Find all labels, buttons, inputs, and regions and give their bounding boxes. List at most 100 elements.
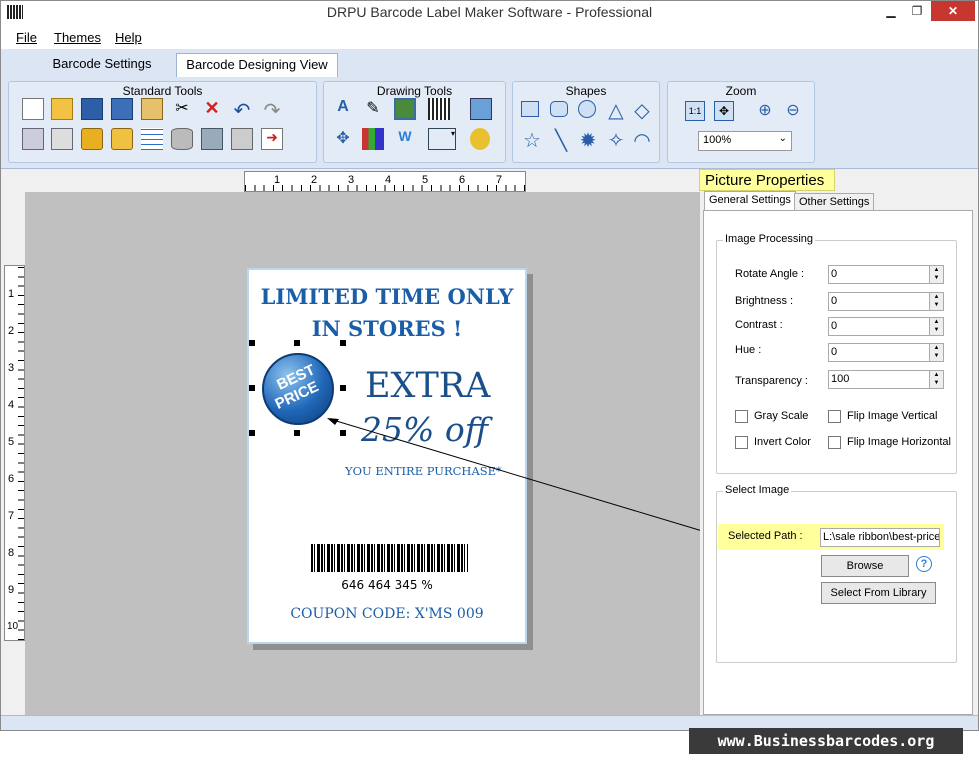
help-icon[interactable]: ? — [916, 556, 932, 572]
gray-scale-checkbox[interactable] — [735, 410, 748, 423]
horizontal-ruler: 1 2 3 4 5 6 7 — [244, 171, 526, 192]
selection-handle[interactable] — [340, 385, 346, 391]
diamond-icon[interactable]: ◇ — [631, 98, 653, 122]
books-icon[interactable] — [362, 128, 384, 150]
contrast-stepper[interactable]: 0 ▲ ▼ — [828, 317, 944, 336]
ruler-number: 7 — [8, 510, 15, 522]
zoom-select[interactable]: 100% ⌄ — [698, 131, 792, 151]
delete-icon[interactable]: ✕ — [201, 98, 223, 120]
star-icon[interactable]: ☆ — [521, 128, 543, 152]
save-as-icon[interactable] — [111, 98, 133, 120]
menu-help[interactable]: Help — [115, 30, 142, 45]
barcode-bars[interactable] — [311, 544, 468, 572]
undo-icon[interactable]: ↶ — [231, 98, 253, 122]
triangle-icon[interactable]: △ — [605, 98, 627, 122]
export-icon[interactable] — [201, 128, 223, 150]
stepper-value: 100 — [831, 373, 850, 385]
rotate-angle-stepper[interactable]: 0 ▲ ▼ — [828, 265, 944, 284]
field-label: Contrast : — [735, 319, 783, 331]
pen-tool-icon[interactable]: ✎ — [362, 98, 384, 120]
unlock-icon[interactable] — [111, 128, 133, 150]
spin-arrows-icon[interactable]: ▲ ▼ — [929, 371, 943, 388]
minimize-button[interactable]: ▁ — [881, 1, 901, 21]
burst-icon[interactable]: ✹ — [577, 128, 599, 152]
selection-handle[interactable] — [249, 430, 255, 436]
save-icon[interactable] — [81, 98, 103, 120]
menu-themes[interactable]: Themes — [54, 30, 101, 45]
ruler-number: 8 — [8, 547, 15, 559]
ruler-number: 6 — [8, 473, 15, 485]
fit-to-window-icon[interactable]: ✥ — [714, 101, 734, 121]
print-icon[interactable] — [231, 128, 253, 150]
hue-stepper[interactable]: 0 ▲ ▼ — [828, 343, 944, 362]
image-library-icon[interactable] — [470, 98, 492, 120]
extra-text: EXTRA — [365, 366, 491, 406]
transparency-stepper[interactable]: 100 ▲ ▼ — [828, 370, 944, 389]
maximize-button[interactable]: ❐ — [907, 1, 927, 21]
best-price-badge[interactable]: BEST PRICE — [262, 353, 334, 425]
invert-color-checkbox[interactable] — [735, 436, 748, 449]
spin-arrows-icon[interactable]: ▲ ▼ — [929, 266, 943, 283]
rounded-rectangle-icon[interactable] — [550, 101, 568, 117]
zoom-in-icon[interactable]: ⊕ — [754, 100, 776, 122]
group-legend: Select Image — [723, 484, 792, 496]
selection-handle[interactable] — [294, 340, 300, 346]
watermark-icon[interactable]: W — [394, 128, 416, 150]
barcode-tool-icon[interactable] — [428, 98, 450, 120]
duplicate-icon[interactable] — [51, 128, 73, 150]
selection-handle[interactable] — [340, 340, 346, 346]
zoom-value: 100% — [703, 134, 732, 146]
shape-dropdown-icon[interactable]: ▾ — [428, 128, 456, 150]
new-icon[interactable] — [22, 98, 44, 120]
rectangle-icon[interactable] — [521, 101, 539, 117]
close-button[interactable]: ✕ — [931, 1, 975, 21]
line-icon[interactable]: ╲ — [550, 128, 572, 152]
field-label: Rotate Angle : — [735, 268, 805, 280]
exit-icon[interactable]: ➜ — [261, 128, 283, 150]
brightness-stepper[interactable]: 0 ▲ ▼ — [828, 292, 944, 311]
selection-handle[interactable] — [249, 340, 255, 346]
text-tool-icon[interactable]: A — [332, 98, 354, 120]
copy-icon[interactable] — [22, 128, 44, 150]
redo-icon[interactable]: ↷ — [261, 98, 283, 122]
actual-size-icon[interactable]: 1:1 — [685, 101, 705, 121]
cut-icon[interactable]: ✂ — [171, 98, 193, 120]
flip-vertical-checkbox[interactable] — [828, 410, 841, 423]
selected-path-input[interactable]: L:\sale ribbon\best-price — [820, 528, 940, 547]
spin-arrows-icon[interactable]: ▲ ▼ — [929, 293, 943, 310]
tab-other-settings[interactable]: Other Settings — [794, 193, 875, 211]
field-label: Hue : — [735, 344, 762, 356]
ribbon-toolbar: Standard Tools ✂ ✕ ↶ ↷ ➜ Drawing Tools A… — [1, 77, 978, 169]
four-point-star-icon[interactable]: ✧ — [605, 128, 627, 152]
vertical-ruler: 1 2 3 4 5 6 7 8 9 10 — [4, 265, 25, 641]
tab-barcode-settings[interactable]: Barcode Settings — [49, 53, 155, 77]
arc-icon[interactable]: ◠ — [631, 128, 653, 152]
paste-icon[interactable] — [141, 98, 163, 120]
puzzle-icon[interactable]: ✥ — [332, 128, 354, 150]
label-preview[interactable]: LIMITED TIME ONLY IN STORES ! BEST PRICE… — [247, 268, 527, 644]
select-from-library-button[interactable]: Select From Library — [821, 582, 936, 604]
fill-dropdown-icon[interactable] — [470, 128, 490, 150]
spin-arrows-icon[interactable]: ▲ ▼ — [929, 344, 943, 361]
picture-tool-icon[interactable] — [394, 98, 416, 120]
shapes-group: Shapes △ ◇ ☆ ╲ ✹ ✧ ◠ — [512, 81, 660, 163]
menu-file[interactable]: File — [16, 30, 37, 45]
ellipse-icon[interactable] — [578, 100, 596, 118]
flip-horizontal-checkbox[interactable] — [828, 436, 841, 449]
selection-handle[interactable] — [249, 385, 255, 391]
selection-handle[interactable] — [340, 430, 346, 436]
zoom-out-icon[interactable]: ⊖ — [782, 100, 804, 122]
website-banner: www.Businessbarcodes.org — [689, 728, 963, 754]
open-icon[interactable] — [51, 98, 73, 120]
tab-general-settings[interactable]: General Settings — [704, 191, 796, 211]
tab-barcode-designing-view[interactable]: Barcode Designing View — [176, 53, 338, 77]
selection-handle[interactable] — [294, 430, 300, 436]
browse-button[interactable]: Browse — [821, 555, 909, 577]
lock-icon[interactable] — [81, 128, 103, 150]
database-icon[interactable] — [171, 128, 193, 150]
coupon-code: COUPON CODE: X'MS 009 — [290, 606, 484, 622]
ruler-number: 4 — [8, 399, 15, 411]
ruler-number: 2 — [311, 174, 318, 186]
grid-icon[interactable] — [141, 128, 163, 150]
spin-arrows-icon[interactable]: ▲ ▼ — [929, 318, 943, 335]
